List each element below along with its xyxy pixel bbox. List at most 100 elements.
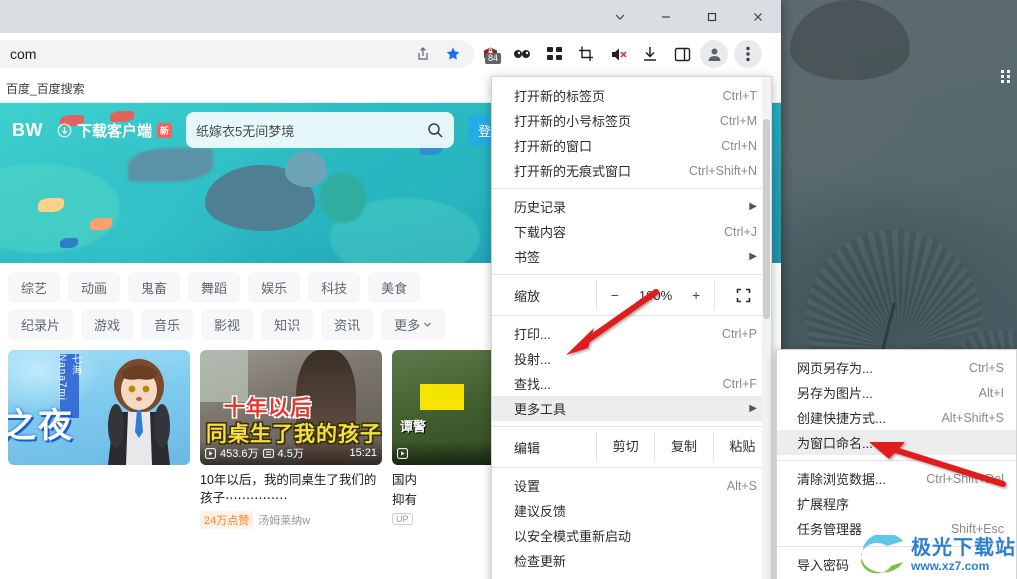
grid-apps-icon[interactable] [540,40,568,68]
three-dot-menu-icon[interactable] [734,40,762,68]
menu-item-label: 打开新的标签页 [514,89,606,104]
window-controls [597,0,781,33]
menu-item-label: 下载内容 [514,225,567,240]
menu-item-label: 网页另存为... [797,361,873,376]
submenu-item-clear-browsing-data[interactable]: 清除浏览数据... Ctrl+Shift+Del [777,466,1016,491]
zoom-label: 缩放 [514,288,541,304]
wallpaper-leaf [789,213,986,367]
menu-scrollbar[interactable] [762,77,771,579]
menu-item-cast[interactable]: 投射... [492,346,771,371]
extension-icon[interactable]: 84 [476,40,504,68]
share-icon[interactable] [408,40,438,68]
play-icon [397,447,408,459]
menu-item-label: 打印... [514,327,551,342]
download-client-link[interactable]: 下载客户端 新 [57,120,173,141]
menu-scrollbar-thumb[interactable] [763,119,770,319]
category-item[interactable]: 美食 [368,272,421,303]
video-title[interactable]: 10年以后，我的同桌生了我们的孩子⋯⋯⋯⋯⋯ [200,471,382,507]
menu-item-downloads[interactable]: 下载内容 Ctrl+J [492,219,771,244]
video-card[interactable]: 十年以后 同桌生了我的孩子 453.6万 4.5万 15:21 10年以后，我的… [200,350,382,530]
zoom-out-button[interactable]: − [607,287,623,303]
category-item[interactable]: 知识 [261,309,314,340]
menu-item-label: 打开新的无痕式窗口 [514,164,632,179]
mute-icon[interactable] [604,40,632,68]
menu-item-history[interactable]: 历史记录 ▶ [492,194,771,219]
category-item[interactable]: 舞蹈 [188,272,241,303]
site-watermark: 极光下载站 www.xz7.com [855,535,1016,575]
menu-item-feedback[interactable]: 建议反馈 [492,498,771,523]
category-item[interactable]: 动画 [68,272,121,303]
menu-item-accel: Ctrl+Shift+N [688,163,757,178]
maximize-icon[interactable] [689,0,735,33]
menu-item-accel: Ctrl+J [724,224,757,239]
menu-item-about[interactable]: 关于 Cent Browser [492,573,771,579]
download-icon[interactable] [636,40,664,68]
category-item[interactable]: 鬼畜 [128,272,181,303]
site-logo[interactable]: BW [12,120,43,141]
category-item[interactable]: 影视 [201,309,254,340]
profile-icon[interactable] [700,40,728,68]
search-icon[interactable] [427,122,444,139]
menu-item-label: 设置 [514,479,541,494]
menu-item-new-window[interactable]: 打开新的窗口 Ctrl+N [492,133,771,158]
category-item[interactable]: 科技 [308,272,361,303]
submenu-item-name-window[interactable]: 为窗口命名... [777,430,1016,455]
star-icon[interactable] [438,40,468,68]
browser-main-menu: 打开新的标签页 Ctrl+T 打开新的小号标签页 Ctrl+M 打开新的窗口 C… [491,76,772,579]
chevron-down-icon[interactable] [597,0,643,33]
menu-item-settings[interactable]: 设置 Alt+S [492,473,771,498]
category-item[interactable]: 资讯 [321,309,374,340]
video-subinfo: 24万点赞 汤姆莱纳w [200,511,382,530]
cut-button[interactable]: 剪切 [596,432,654,462]
menu-item-label: 书签 [514,250,541,265]
zoom-in-button[interactable]: + [688,287,704,303]
close-icon[interactable] [735,0,781,33]
like-count-badge: 24万点赞 [200,511,254,530]
watermark-url: www.xz7.com [911,559,990,573]
minimize-icon[interactable] [643,0,689,33]
menu-item-restart-safe-mode[interactable]: 以安全模式重新启动 [492,523,771,548]
site-search-box[interactable]: 纸嫁衣5无间梦境 [186,112,455,148]
category-more-button[interactable]: 更多 [381,309,446,340]
bookmark-item[interactable]: 百度_百度搜索 [0,77,91,100]
video-author[interactable]: 汤姆莱纳w [258,512,310,528]
category-item[interactable]: 娱乐 [248,272,301,303]
menu-edit-row: 编辑 剪切 复制 粘贴 [492,432,771,462]
category-item[interactable]: 音乐 [141,309,194,340]
menu-item-bookmarks[interactable]: 书签 ▶ [492,244,771,269]
crop-icon[interactable] [572,40,600,68]
address-bar[interactable]: com [0,40,474,68]
menu-item-new-tab[interactable]: 打开新的标签页 Ctrl+T [492,83,771,108]
menu-item-label: 清除浏览数据... [797,472,886,487]
menu-item-label: 投射... [514,352,551,367]
menu-item-label: 打开新的小号标签页 [514,114,632,129]
sidepanel-icon[interactable] [668,40,696,68]
submenu-arrow-icon: ▶ [749,403,757,414]
video-card[interactable]: 七海Nana7mi 之夜 [8,350,190,529]
submenu-item-extensions[interactable]: 扩展程序 [777,491,1016,516]
hero-fish [60,238,78,248]
menu-item-more-tools[interactable]: 更多工具 ▶ [492,396,771,421]
download-client-label: 下载客户端 [77,122,153,140]
submenu-item-save-page-as[interactable]: 网页另存为... Ctrl+S [777,355,1016,380]
menu-item-new-small-tab[interactable]: 打开新的小号标签页 Ctrl+M [492,108,771,133]
glasses-icon[interactable] [508,40,536,68]
submenu-item-create-shortcut[interactable]: 创建快捷方式... Alt+Shift+S [777,405,1016,430]
menu-item-accel: Alt+Shift+S [941,410,1004,425]
menu-separator [492,315,771,316]
thumb-character-art [108,359,170,465]
menu-item-check-update[interactable]: 检查更新 [492,548,771,573]
category-item[interactable]: 纪录片 [8,309,74,340]
video-thumbnail[interactable]: 十年以后 同桌生了我的孩子 453.6万 4.5万 15:21 [200,350,382,465]
submenu-item-save-as-image[interactable]: 另存为图片... Alt+I [777,380,1016,405]
menu-item-find[interactable]: 查找... Ctrl+F [492,371,771,396]
category-item[interactable]: 综艺 [8,272,61,303]
thumb-views: 453.6万 [220,448,259,460]
menu-item-accel: Ctrl+P [721,326,757,341]
video-thumbnail[interactable]: 七海Nana7mi 之夜 [8,350,190,465]
menu-item-new-incognito-window[interactable]: 打开新的无痕式窗口 Ctrl+Shift+N [492,158,771,183]
menu-item-print[interactable]: 打印... Ctrl+P [492,321,771,346]
category-item[interactable]: 游戏 [81,309,134,340]
copy-button[interactable]: 复制 [654,432,712,462]
search-input[interactable]: 纸嫁衣5无间梦境 [196,121,427,140]
